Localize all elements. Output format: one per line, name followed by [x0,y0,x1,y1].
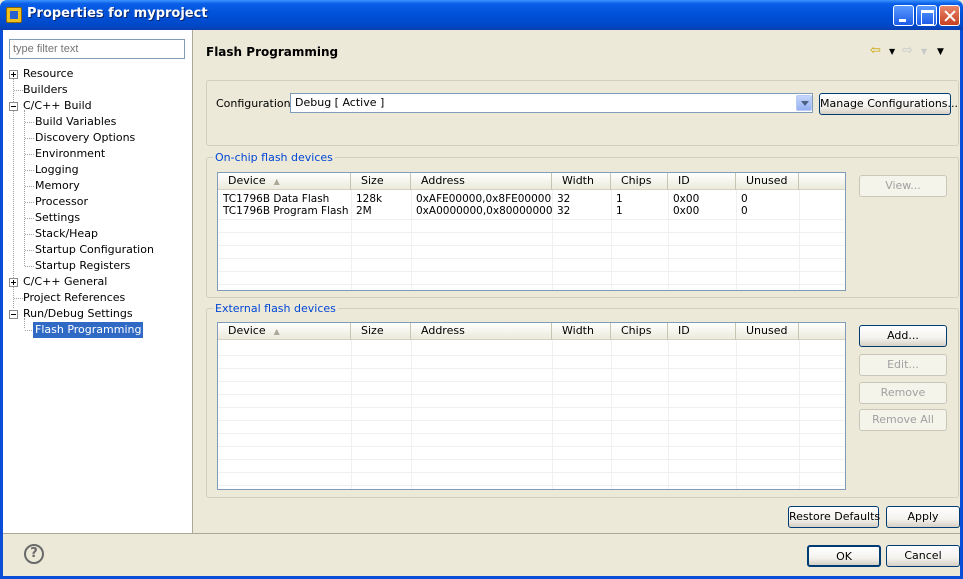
column-header-device[interactable]: Device ▲ [218,173,351,190]
table-row[interactable]: TC1796B Data Flash 128k 0xAFE00000,0x8FE… [218,193,845,205]
edit-button[interactable]: Edit... [859,354,947,376]
onchip-group-label: On-chip flash devices [213,151,335,164]
table-row[interactable]: TC1796B Program Flash 2M 0xA0000000,0x80… [218,205,845,217]
tree-item-startup-registers[interactable]: Startup Registers [9,258,189,274]
cell-chips: 1 [616,193,623,205]
footer-separator [3,533,960,534]
column-header-size[interactable]: Size [351,173,411,190]
collapse-icon[interactable] [9,310,18,319]
column-header-chips[interactable]: Chips [611,173,668,190]
tree-item-cpp-general[interactable]: C/C++ General [9,274,189,290]
minimize-button[interactable] [893,5,914,26]
external-table-header: Device ▲ Size Address Width Chips ID Unus… [218,323,845,340]
tree-item-build-variables[interactable]: Build Variables [9,114,189,130]
tree-item-startup-configuration[interactable]: Startup Configuration [9,242,189,258]
add-button[interactable]: Add... [859,325,947,347]
chevron-down-icon[interactable] [796,95,812,111]
tree-item-flash-programming[interactable]: Flash Programming [9,322,189,338]
column-header-unused[interactable]: Unused [736,173,799,190]
window-title: Properties for myproject [27,6,208,21]
column-header-address[interactable]: Address [411,173,552,190]
forward-menu-icon[interactable]: ▼ [921,47,927,56]
title-bar[interactable]: Properties for myproject [0,0,963,30]
tree-item-run-debug-settings[interactable]: Run/Debug Settings [9,306,189,322]
tree-item-cpp-build[interactable]: C/C++ Build [9,98,189,114]
close-button[interactable] [939,5,960,26]
external-group-label: External flash devices [213,302,338,315]
remove-button[interactable]: Remove [859,382,947,404]
cell-id: 0x00 [673,205,700,217]
tree-item-settings[interactable]: Settings [9,210,189,226]
configuration-select[interactable]: Debug [ Active ] [290,93,813,113]
cell-width: 32 [557,205,571,217]
column-header-id[interactable]: ID [668,173,736,190]
property-tree: Resource Builders C/C++ Build Build Vari… [9,66,189,338]
configuration-label: Configuration: [216,97,295,110]
cell-size: 2M [356,205,372,217]
remove-all-button[interactable]: Remove All [859,409,947,431]
apply-button[interactable]: Apply [886,506,960,528]
tree-item-processor[interactable]: Processor [9,194,189,210]
column-header-id[interactable]: ID [668,323,736,340]
sort-up-icon: ▲ [273,177,280,186]
filter-input[interactable] [9,39,185,59]
column-header-address[interactable]: Address [411,323,552,340]
column-header-chips[interactable]: Chips [611,323,668,340]
collapse-icon[interactable] [9,102,18,111]
cell-address: 0xAFE00000,0x8FE00000 [416,193,552,205]
cell-device: TC1796B Data Flash [223,193,330,205]
column-header-size[interactable]: Size [351,323,411,340]
page-title: Flash Programming [206,45,339,59]
cell-address: 0xA0000000,0x80000000 [416,205,552,217]
back-arrow-icon[interactable]: ⇦ [870,43,881,58]
external-table[interactable]: Device ▲ Size Address Width Chips ID Unus… [217,322,846,490]
tree-item-discovery-options[interactable]: Discovery Options [9,130,189,146]
column-header-unused[interactable]: Unused [736,323,799,340]
forward-arrow-icon[interactable]: ⇨ [902,43,913,58]
tree-item-logging[interactable]: Logging [9,162,189,178]
onchip-table-header: Device ▲ Size Address Width Chips ID Unus… [218,173,845,190]
cell-device: TC1796B Program Flash [223,205,349,217]
restore-defaults-button[interactable]: Restore Defaults [788,506,880,528]
tree-item-project-references[interactable]: Project References [9,290,189,306]
cell-chips: 1 [616,205,623,217]
tree-item-resource[interactable]: Resource [9,66,189,82]
column-header-width[interactable]: Width [552,173,611,190]
app-icon [6,7,22,23]
column-header-width[interactable]: Width [552,323,611,340]
sort-up-icon: ▲ [273,327,280,336]
cancel-button[interactable]: Cancel [886,545,960,567]
tree-item-stack-heap[interactable]: Stack/Heap [9,226,189,242]
tree-item-environment[interactable]: Environment [9,146,189,162]
cell-width: 32 [557,193,571,205]
expand-icon[interactable] [9,278,18,287]
view-menu-icon[interactable]: ▼ [937,47,944,57]
onchip-table[interactable]: Device ▲ Size Address Width Chips ID Unus… [217,172,846,291]
expand-icon[interactable] [9,70,18,79]
page-header: Flash Programming ⇦ ▼ ⇨ ▼ ▼ [194,30,960,70]
property-tree-panel: Resource Builders C/C++ Build Build Vari… [3,30,193,534]
cell-unused: 0 [741,193,748,205]
cell-size: 128k [356,193,383,205]
cell-id: 0x00 [673,193,700,205]
help-icon[interactable]: ? [24,544,44,564]
tree-item-builders[interactable]: Builders [9,82,189,98]
cell-unused: 0 [741,205,748,217]
ok-button[interactable]: OK [807,545,881,567]
view-button[interactable]: View... [859,175,947,197]
column-header-device[interactable]: Device ▲ [218,323,351,340]
tree-item-memory[interactable]: Memory [9,178,189,194]
back-menu-icon[interactable]: ▼ [889,47,895,56]
manage-configurations-button[interactable]: Manage Configurations... [819,93,958,115]
maximize-button[interactable] [916,5,937,26]
